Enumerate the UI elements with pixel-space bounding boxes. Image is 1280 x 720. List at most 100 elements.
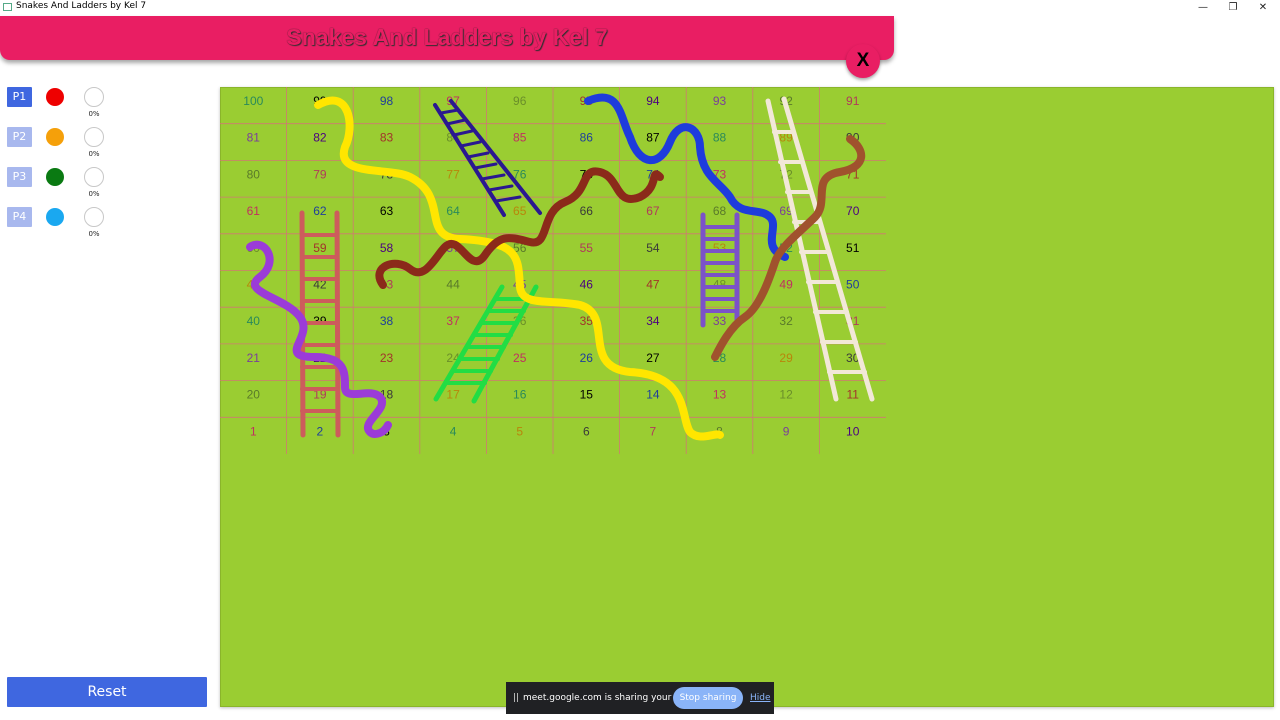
board-cell-100: 100 [243, 94, 263, 108]
board-cell-67: 67 [646, 204, 660, 218]
stop-sharing-button[interactable]: Stop sharing [673, 687, 743, 709]
board-cell-2: 2 [317, 424, 324, 438]
board-cell-46: 46 [580, 278, 594, 292]
player-row-1: P1 0% [7, 87, 117, 127]
board-cell-91: 91 [846, 94, 860, 108]
board-cell-49: 49 [779, 278, 793, 292]
board-cell-10: 10 [846, 424, 860, 438]
board-cell-1: 1 [250, 424, 257, 438]
board-cell-48: 48 [713, 278, 727, 292]
player-row-3: P3 0% [7, 167, 117, 207]
game-board: 1009998979695949392918182838485868788899… [220, 87, 886, 454]
player-4-button[interactable]: P4 [7, 207, 32, 227]
board-cell-70: 70 [846, 204, 860, 218]
game-title: Snakes And Ladders by Kel 7 [286, 24, 608, 50]
board-cell-34: 34 [646, 314, 660, 328]
screen-share-bar: || meet.google.com is sharing your scree… [506, 682, 774, 714]
app-icon [3, 3, 12, 11]
player-1-button[interactable]: P1 [7, 87, 32, 107]
board-cell-50: 50 [846, 278, 860, 292]
player-1-token [46, 88, 64, 106]
board-cell-6: 6 [583, 424, 590, 438]
board-cell-79: 79 [313, 167, 327, 181]
board-cell-4: 4 [450, 424, 457, 438]
board-cell-25: 25 [513, 351, 527, 365]
board-cell-40: 40 [247, 314, 261, 328]
board-cell-66: 66 [580, 204, 594, 218]
board-cell-68: 68 [713, 204, 727, 218]
board-cell-13: 13 [713, 388, 727, 402]
window-titlebar: Snakes And Ladders by Kel 7 — ❐ ✕ [0, 0, 1280, 15]
player-3-progress: 0% [88, 190, 100, 198]
player-4-token [46, 208, 64, 226]
close-button[interactable]: X [846, 44, 880, 78]
player-2-token [46, 128, 64, 146]
board-cell-86: 86 [580, 131, 594, 145]
players-panel: P1 0% P2 0% P3 0% P4 0% [7, 87, 117, 247]
board-cell-37: 37 [446, 314, 460, 328]
board-cell-9: 9 [783, 424, 790, 438]
board-cell-98: 98 [380, 94, 394, 108]
pause-icon: || [513, 693, 520, 703]
board-cell-14: 14 [646, 388, 660, 402]
player-2-progress-ring [84, 127, 104, 147]
board-cell-20: 20 [247, 388, 261, 402]
board-cell-32: 32 [779, 314, 793, 328]
board-cell-12: 12 [779, 388, 793, 402]
player-4-progress: 0% [88, 230, 100, 238]
player-3-button[interactable]: P3 [7, 167, 32, 187]
minimize-icon[interactable]: — [1188, 0, 1218, 15]
close-window-icon[interactable]: ✕ [1248, 0, 1278, 15]
board-cell-33: 33 [713, 314, 727, 328]
board-cell-29: 29 [779, 351, 793, 365]
player-1-progress: 0% [88, 110, 100, 118]
board-cell-62: 62 [313, 204, 327, 218]
snake-violet [246, 240, 392, 438]
board-cell-16: 16 [513, 388, 527, 402]
board-cell-94: 94 [646, 94, 660, 108]
board-cell-96: 96 [513, 94, 527, 108]
board-cell-15: 15 [580, 388, 594, 402]
board-cell-80: 80 [247, 167, 261, 181]
board-cell-87: 87 [646, 131, 660, 145]
board-cell-77: 77 [446, 167, 460, 181]
board-cell-51: 51 [846, 241, 860, 255]
board-cell-7: 7 [650, 424, 657, 438]
ladder-navy [433, 99, 542, 217]
board-cell-88: 88 [713, 131, 727, 145]
board-cell-27: 27 [646, 351, 660, 365]
hide-link[interactable]: Hide [750, 693, 771, 703]
player-3-progress-ring [84, 167, 104, 187]
board-cell-11: 11 [846, 388, 859, 402]
reset-button[interactable]: Reset [7, 677, 207, 707]
player-2-progress: 0% [88, 150, 100, 158]
player-row-4: P4 0% [7, 207, 117, 247]
board-cell-23: 23 [380, 351, 394, 365]
board-cell-26: 26 [580, 351, 594, 365]
board-cell-17: 17 [446, 388, 460, 402]
board-cell-85: 85 [513, 131, 527, 145]
header-banner: Snakes And Ladders by Kel 7 [0, 16, 894, 60]
player-2-button[interactable]: P2 [7, 127, 32, 147]
board-cell-81: 81 [247, 131, 261, 145]
player-row-2: P2 0% [7, 127, 117, 167]
player-1-progress-ring [84, 87, 104, 107]
board-cell-58: 58 [380, 241, 394, 255]
board-cell-64: 64 [446, 204, 460, 218]
board-cell-63: 63 [380, 204, 394, 218]
board-cell-55: 55 [580, 241, 594, 255]
window-title: Snakes And Ladders by Kel 7 [16, 1, 147, 11]
ladder-purple [700, 212, 740, 328]
player-3-token [46, 168, 64, 186]
board-cell-83: 83 [380, 131, 394, 145]
board-cell-38: 38 [380, 314, 394, 328]
player-4-progress-ring [84, 207, 104, 227]
restore-icon[interactable]: ❐ [1218, 0, 1248, 15]
board-cell-54: 54 [646, 241, 660, 255]
board-cell-59: 59 [313, 241, 327, 255]
board-cell-82: 82 [313, 131, 327, 145]
board-cell-5: 5 [516, 424, 523, 438]
board-cell-47: 47 [646, 278, 660, 292]
board-cell-21: 21 [247, 351, 261, 365]
board-cell-65: 65 [513, 204, 527, 218]
